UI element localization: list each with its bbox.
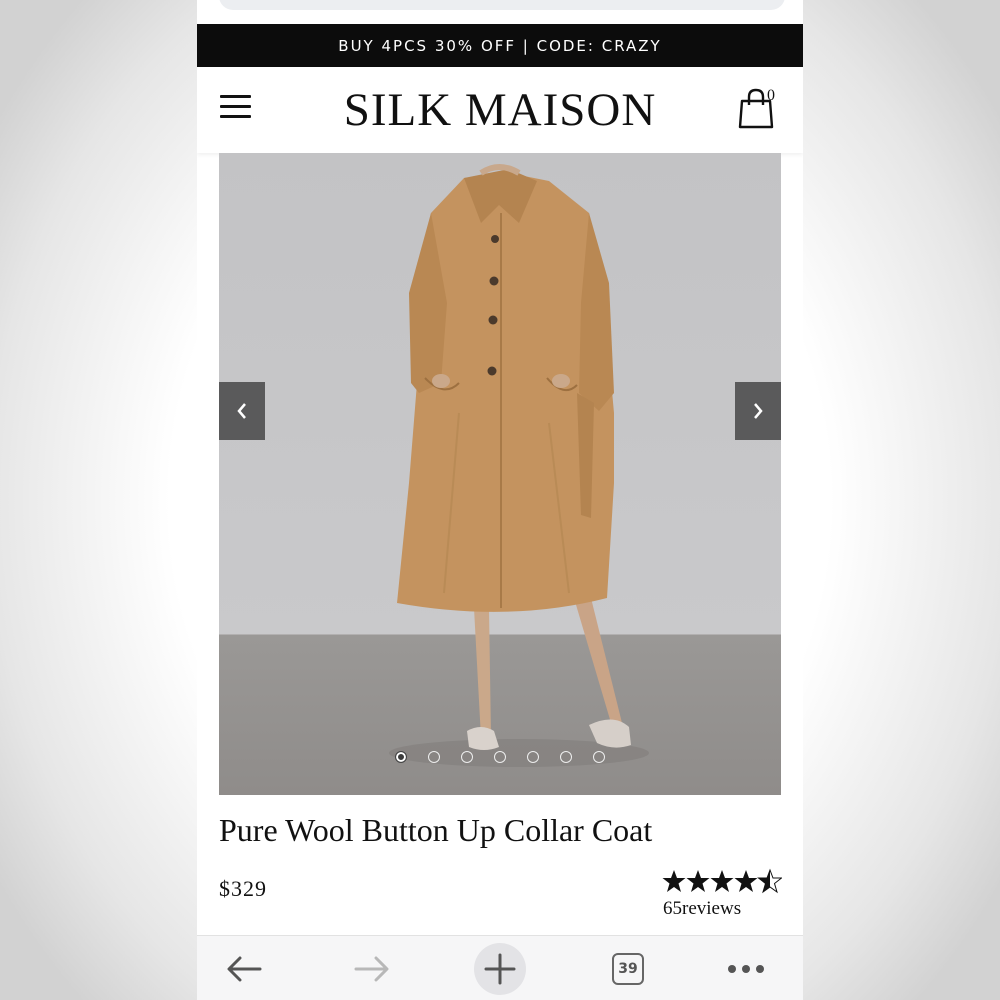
cart-count: 0	[767, 87, 775, 104]
new-tab-button[interactable]	[473, 942, 527, 996]
promo-banner[interactable]: BUY 4PCS 30% OFF | CODE: CRAZY	[197, 24, 803, 67]
carousel-dot-1[interactable]	[395, 751, 407, 763]
product-image-carousel[interactable]	[219, 153, 781, 795]
rating-stars[interactable]	[662, 868, 782, 894]
carousel-dots	[219, 751, 781, 763]
carousel-dot-4[interactable]	[494, 751, 506, 763]
chevron-left-icon	[237, 403, 246, 419]
browser-toolbar: 39	[197, 935, 803, 1000]
reviews-link[interactable]: 65reviews	[663, 898, 741, 920]
carousel-next-button[interactable]	[735, 382, 781, 440]
address-bar[interactable]	[219, 0, 785, 10]
carousel-dot-3[interactable]	[461, 751, 473, 763]
arrow-left-icon	[227, 956, 262, 982]
forward-button[interactable]	[345, 942, 399, 996]
more-button[interactable]	[719, 942, 773, 996]
back-button[interactable]	[217, 942, 271, 996]
chevron-right-icon	[754, 403, 763, 419]
carousel-dot-2[interactable]	[428, 751, 440, 763]
product-price: $329	[219, 876, 267, 901]
carousel-dot-7[interactable]	[593, 751, 605, 763]
site-logo[interactable]: SILK MAISON	[197, 83, 803, 137]
mobile-browser-viewport: BUY 4PCS 30% OFF | CODE: CRAZY SILK MAIS…	[197, 0, 803, 1000]
product-photo	[389, 164, 649, 767]
site-header: SILK MAISON 0	[197, 67, 803, 153]
carousel-dot-5[interactable]	[527, 751, 539, 763]
product-title: Pure Wool Button Up Collar Coat	[219, 812, 653, 848]
plus-icon	[484, 953, 516, 985]
tab-count: 39	[612, 953, 644, 985]
carousel-prev-button[interactable]	[219, 382, 265, 440]
carousel-dot-6[interactable]	[560, 751, 572, 763]
more-dots-icon	[728, 965, 764, 973]
arrow-right-icon	[354, 956, 389, 982]
tab-switcher-button[interactable]: 39	[601, 942, 655, 996]
